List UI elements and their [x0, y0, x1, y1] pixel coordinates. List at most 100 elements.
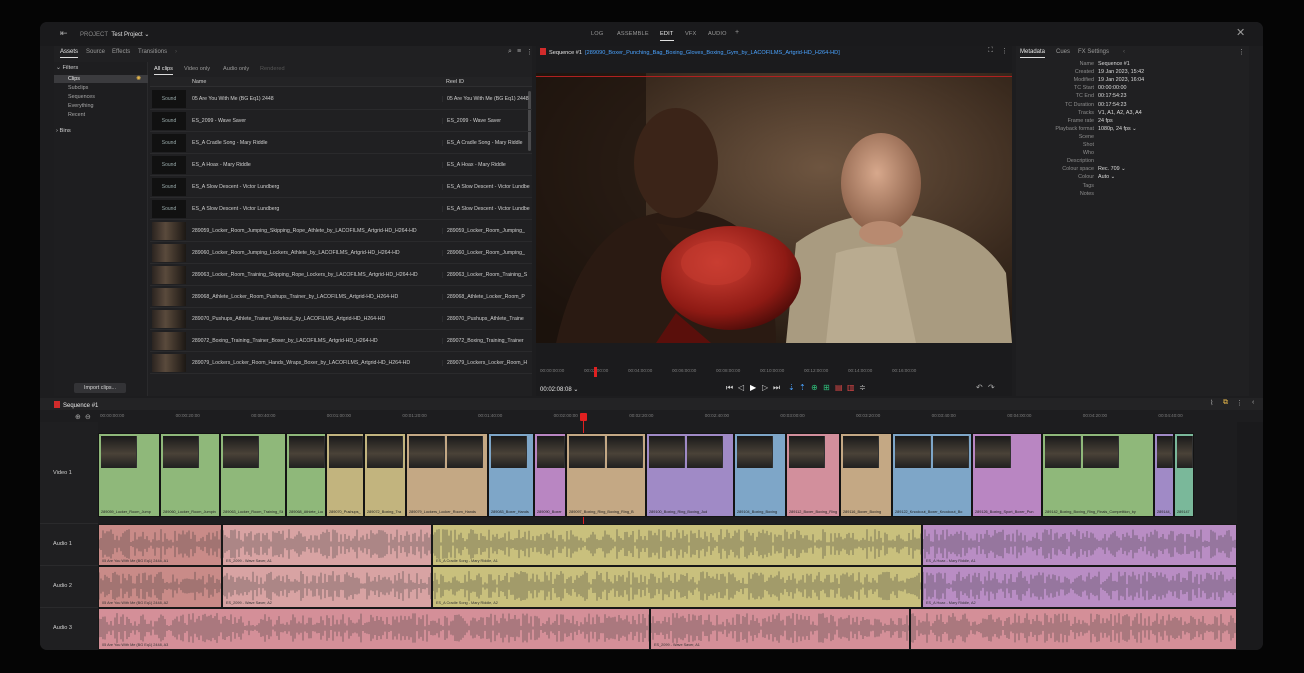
clip-row[interactable]: Sound ES_A Hoax - Mary Riddle ES_A Hoax - … [150, 154, 532, 176]
tab-assemble[interactable]: ASSEMBLE [617, 31, 649, 37]
extract-icon[interactable]: ▥ [847, 383, 855, 392]
track-header-audio-2[interactable]: Audio 2 [40, 566, 98, 608]
tab-cues[interactable]: Cues [1056, 49, 1070, 55]
insert-icon[interactable]: ⊕ [811, 383, 818, 392]
column-reel-id[interactable]: Reel ID [446, 79, 464, 85]
tab-effects[interactable]: Effects [112, 49, 130, 55]
tab-log[interactable]: LOG [591, 31, 603, 37]
clip-row[interactable]: 289068_Athlete_Locker_Room_Pushups_Train… [150, 286, 532, 308]
audio-clip[interactable]: ES_2099 - Wave Saver, A2 [222, 566, 432, 608]
video-clip[interactable]: 289079_Lockers_Locker_Room_Hands [406, 433, 488, 517]
mark-in-icon[interactable]: ⇣ [788, 383, 795, 392]
project-selector[interactable]: PROJECT Test Project ⌄ [80, 31, 149, 38]
tab-assets[interactable]: Assets [60, 49, 79, 58]
clip-row[interactable]: Sound ES_A Slow Descent - Victor Lundberg… [150, 198, 532, 220]
clip-row[interactable]: Sound ES_A Slow Descent - Victor Lundberg… [150, 176, 532, 198]
video-clip[interactable]: 289142_Boxing_Boxing_Ring_Finals_Competi… [1042, 433, 1154, 517]
list-view-icon[interactable]: ≡ [517, 48, 521, 55]
redo-icon[interactable]: ↷ [988, 383, 995, 392]
filter-recent[interactable]: Recent [54, 111, 148, 119]
clip-row[interactable]: 289060_Locker_Room_Jumping_Lockers_Athle… [150, 242, 532, 264]
timeline-ruler[interactable]: 00:00:00:00 00:00:20:00 00:00:40:00 00:01:0… [98, 412, 1228, 422]
clip-row[interactable]: 289059_Locker_Room_Jumping_Skipping_Rope… [150, 220, 532, 242]
clip-row[interactable]: 289070_Pushups_Athlete_Trainer_Workout_b… [150, 308, 532, 330]
audio-clip[interactable]: 05 Are You With Me (BG Eq1) 2448, A1 [98, 524, 222, 566]
audio-clip[interactable]: ES_A Cradle Song - Mary Riddle, A2 [432, 566, 922, 608]
metadata-value[interactable]: Rec. 709 ⌄ [1098, 166, 1126, 172]
viewer-more-icon[interactable]: ⋮ [1001, 47, 1008, 55]
track-header-audio-1[interactable]: Audio 1 [40, 524, 98, 566]
metadata-value[interactable]: 24 fps [1098, 118, 1113, 124]
lift-icon[interactable]: ▤ [835, 383, 843, 392]
tab-audio-only[interactable]: Audio only [223, 66, 249, 72]
metadata-value[interactable]: 1080p, 24 fps ⌄ [1098, 126, 1137, 132]
clip-row[interactable]: Sound ES_2099 - Wave Saver ES_2099 - Wave … [150, 110, 532, 132]
import-clips-button[interactable]: Import clips... [74, 383, 126, 393]
metadata-value[interactable]: 00:00:00:00 [1098, 85, 1126, 91]
tab-fx-settings[interactable]: FX Settings [1078, 49, 1109, 55]
video-clip[interactable]: 289059_Locker_Room_Jump [98, 433, 160, 517]
step-back-icon[interactable]: ◁ [738, 383, 744, 392]
overwrite-icon[interactable]: ⊞ [823, 383, 830, 392]
metadata-value[interactable]: Auto ⌄ [1098, 174, 1115, 180]
filters-heading[interactable]: ⌄ Filters [56, 65, 78, 71]
viewer-ruler[interactable]: 00:00:00:0000:02:00:0000:04:00:0000:06:0… [536, 368, 1012, 378]
search-icon[interactable]: ⌕ [508, 48, 512, 56]
audio-clip[interactable]: 05 Are You With Me (BG Eq1) 2448, A3 [98, 608, 650, 650]
back-icon[interactable]: ⇤ [60, 28, 70, 38]
video-clip[interactable]: 289147 [1174, 433, 1194, 517]
step-forward-icon[interactable]: ▷ [762, 383, 768, 392]
video-clip[interactable]: 289060_Locker_Room_Jumpin [160, 433, 220, 517]
viewer-timecode[interactable]: 00:02:08:08 ⌄ [540, 386, 578, 393]
video-clip[interactable]: 289070_Pushups_ [326, 433, 364, 517]
tabs-back-icon[interactable]: ‹ [1123, 49, 1125, 55]
audio-clip[interactable]: ES_2099 - Wave Saver, A1 [650, 608, 910, 650]
filter-everything[interactable]: Everything [54, 102, 148, 110]
video-clip[interactable]: 289063_Locker_Room_Training_Ski [220, 433, 286, 517]
audio-clip[interactable]: ES_2099 - Wave Saver, A1 [222, 524, 432, 566]
tab-metadata[interactable]: Metadata [1020, 49, 1046, 58]
audio-clip[interactable]: ES_A Hoax - Mary Riddle, A1 [922, 524, 1237, 566]
video-clip[interactable]: 289116_Boxer_Boxing [840, 433, 892, 517]
metadata-value[interactable]: 19 Jan 2023, 16:04 [1098, 77, 1144, 83]
close-icon[interactable]: ✕ [1236, 26, 1245, 39]
tab-all-clips[interactable]: All clips [154, 66, 173, 75]
filter-subclips[interactable]: Subclips [54, 84, 148, 92]
video-clip[interactable]: 289083_Boxer_Hands [488, 433, 534, 517]
filter-clips[interactable]: Clips [54, 75, 148, 83]
filter-sequences[interactable]: Sequences [54, 93, 148, 101]
track-header-audio-3[interactable]: Audio 3 [40, 608, 98, 650]
more-options-icon[interactable]: ⋮ [526, 48, 533, 56]
video-clip[interactable]: 289090_Boxer [534, 433, 566, 517]
bins-heading[interactable]: › Bins [56, 128, 71, 134]
video-clip[interactable]: 289104_Boxing_Boxing [734, 433, 786, 517]
video-clip[interactable]: 289097_Boxing_Ring_Boxing_Ring_B [566, 433, 646, 517]
waveform-toggle-icon[interactable]: ⌇ [1210, 399, 1213, 407]
audio-meter-icon[interactable]: ≑ [859, 383, 866, 392]
metadata-value[interactable]: 00:17:54:23 [1098, 102, 1126, 108]
video-clip[interactable]: 289100_Boxing_Ring_Boxing_Jud [646, 433, 734, 517]
audio-clip[interactable]: ES_A Cradle Song - Mary Riddle, A1 [432, 524, 922, 566]
play-icon[interactable]: ▶ [750, 383, 756, 392]
column-name[interactable]: Name [192, 79, 206, 85]
clip-row[interactable]: Sound ES_A Cradle Song - Mary Riddle ES_A … [150, 132, 532, 154]
tab-transitions[interactable]: Transitions [138, 49, 167, 55]
audio-clip[interactable]: 05 Are You With Me (BG Eq1) 2448, A2 [98, 566, 222, 608]
clip-row[interactable]: 289079_Lockers_Locker_Room_Hands_Wraps_B… [150, 352, 532, 374]
go-to-start-icon[interactable]: ⏮ [726, 383, 733, 393]
viewer-clip-name[interactable]: [289090_Boxer_Punching_Bag_Boxing_Gloves… [585, 50, 840, 56]
tab-vfx[interactable]: VFX [685, 31, 696, 37]
tab-edit[interactable]: EDIT [660, 31, 674, 41]
metadata-value[interactable]: 19 Jan 2023, 15:42 [1098, 69, 1144, 75]
clip-row[interactable]: 289072_Boxing_Training_Trainer_Boxer_by_… [150, 330, 532, 352]
metadata-value[interactable]: 00:17:54:23 [1098, 93, 1126, 99]
viewer-playhead[interactable] [594, 367, 597, 377]
metadata-value[interactable]: V1, A1, A2, A3, A4 [1098, 110, 1142, 116]
audio-clip[interactable] [910, 608, 1237, 650]
video-clip[interactable]: 289112_Boxer_Boxing_Ring [786, 433, 840, 517]
add-tab-button[interactable]: + [735, 29, 739, 36]
video-clip[interactable]: 289122_Knockout_Boxer_Knockout_Bo [892, 433, 972, 517]
track-header-video-1[interactable]: Video 1 [40, 422, 98, 524]
timeline-more-icon[interactable]: ⋮ [1236, 399, 1243, 407]
metadata-value[interactable]: Sequence #1 [1098, 61, 1130, 67]
